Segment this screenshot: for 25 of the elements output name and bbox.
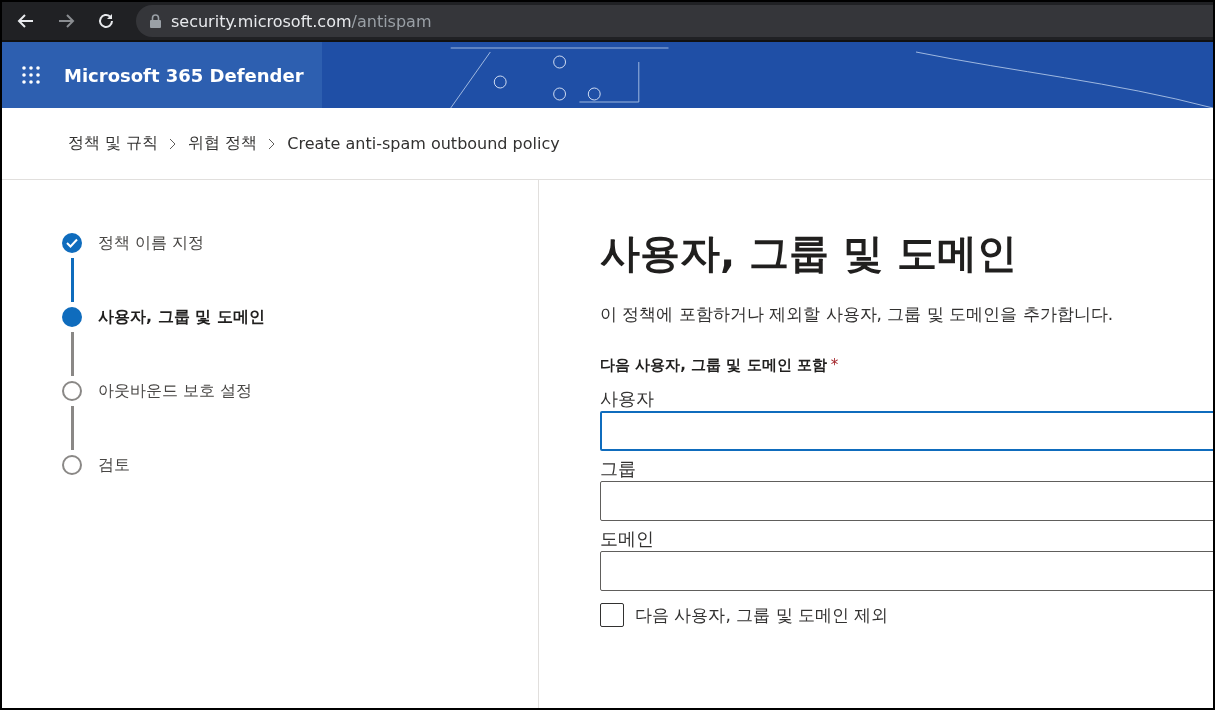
page-description: 이 정책에 포함하거나 제외할 사용자, 그룹 및 도메인을 추가합니다. (600, 303, 1115, 326)
address-bar[interactable]: security.microsoft.com/antispam (136, 5, 1213, 37)
app-launcher-icon[interactable] (22, 66, 40, 84)
url-host: security.microsoft.com (171, 11, 352, 31)
field-label: 사용자 (600, 387, 655, 411)
field-label: 도메인 (600, 527, 655, 551)
checkbox[interactable] (600, 603, 624, 627)
step-label[interactable]: 아웃바운드 보호 설정 (98, 380, 253, 402)
input-field[interactable] (600, 411, 1213, 451)
reload-icon[interactable] (96, 11, 116, 31)
breadcrumb-link[interactable]: 위협 정책 (188, 133, 258, 154)
breadcrumb-link[interactable]: 정책 및 규칙 (68, 133, 159, 154)
field-label: 그룹 (600, 457, 637, 481)
input-field[interactable] (600, 551, 1213, 591)
step-label[interactable]: 정책 이름 지정 (98, 232, 205, 254)
lock-icon (150, 14, 161, 28)
checkbox-label: 다음 사용자, 그룹 및 도메인 제외 (635, 603, 889, 627)
required-mark: * (830, 356, 839, 374)
input-field[interactable] (600, 481, 1213, 521)
page-title: 사용자, 그룹 및 도메인 (600, 229, 1018, 278)
section-label: 다음 사용자, 그룹 및 도메인 포함 (600, 356, 827, 375)
url-path: /antispam (351, 11, 432, 31)
step-label[interactable]: 검토 (98, 454, 130, 476)
app-title: Microsoft 365 Defender (64, 64, 304, 86)
step-label[interactable]: 사용자, 그룹 및 도메인 (98, 306, 265, 328)
